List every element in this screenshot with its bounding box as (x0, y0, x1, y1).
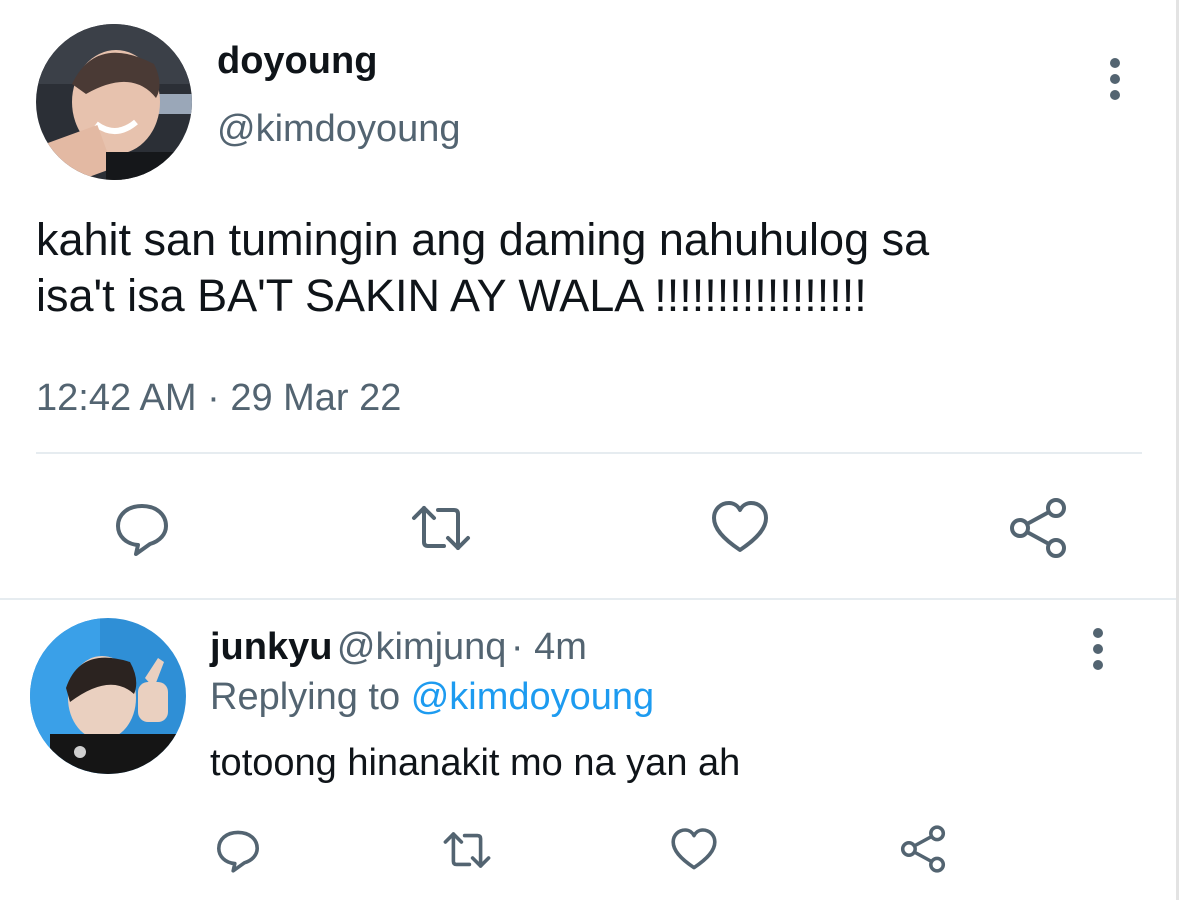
reply-text: totoong hinanakit mo na yan ah (210, 742, 741, 784)
author-name[interactable]: doyoung (217, 40, 377, 83)
share-icon[interactable] (1006, 496, 1070, 560)
tweet-timestamp[interactable]: 12:42 AM · 29 Mar 22 (36, 377, 401, 420)
reply-author-avatar[interactable] (30, 618, 186, 774)
reply-author-name[interactable]: junkyu (210, 626, 332, 668)
replying-to: Replying to @kimdoyoung (210, 676, 654, 719)
reply-header: junkyu @kimjunq · 4m (210, 626, 587, 669)
replying-to-prefix: Replying to (210, 676, 401, 718)
reply-icon[interactable] (112, 498, 172, 558)
replying-to-mention[interactable]: @kimdoyoung (411, 676, 654, 718)
retweet-icon[interactable] (408, 498, 474, 558)
author-handle[interactable]: @kimdoyoung (217, 108, 460, 151)
reply-like-icon[interactable] (670, 826, 718, 874)
reply-time: · 4m (510, 626, 587, 668)
reply-share-icon[interactable] (898, 824, 948, 874)
reply-reply-icon[interactable] (214, 826, 262, 874)
reply-author-handle[interactable]: @kimjunq (337, 626, 507, 668)
more-options-icon[interactable] (1104, 58, 1126, 100)
author-avatar[interactable] (36, 24, 192, 180)
section-divider (0, 598, 1179, 600)
reply-more-options-icon[interactable] (1087, 628, 1109, 670)
reply-retweet-icon[interactable] (440, 826, 494, 874)
like-icon[interactable] (710, 498, 770, 558)
tweet-text: kahit san tumingin ang daming nahuhulog … (36, 212, 1146, 324)
divider (36, 452, 1142, 454)
tweet-text-line-2: isa't isa BA'T SAKIN AY WALA !!!!!!!!!!!… (36, 270, 867, 321)
tweet-text-line-1: kahit san tumingin ang daming nahuhulog … (36, 214, 930, 265)
